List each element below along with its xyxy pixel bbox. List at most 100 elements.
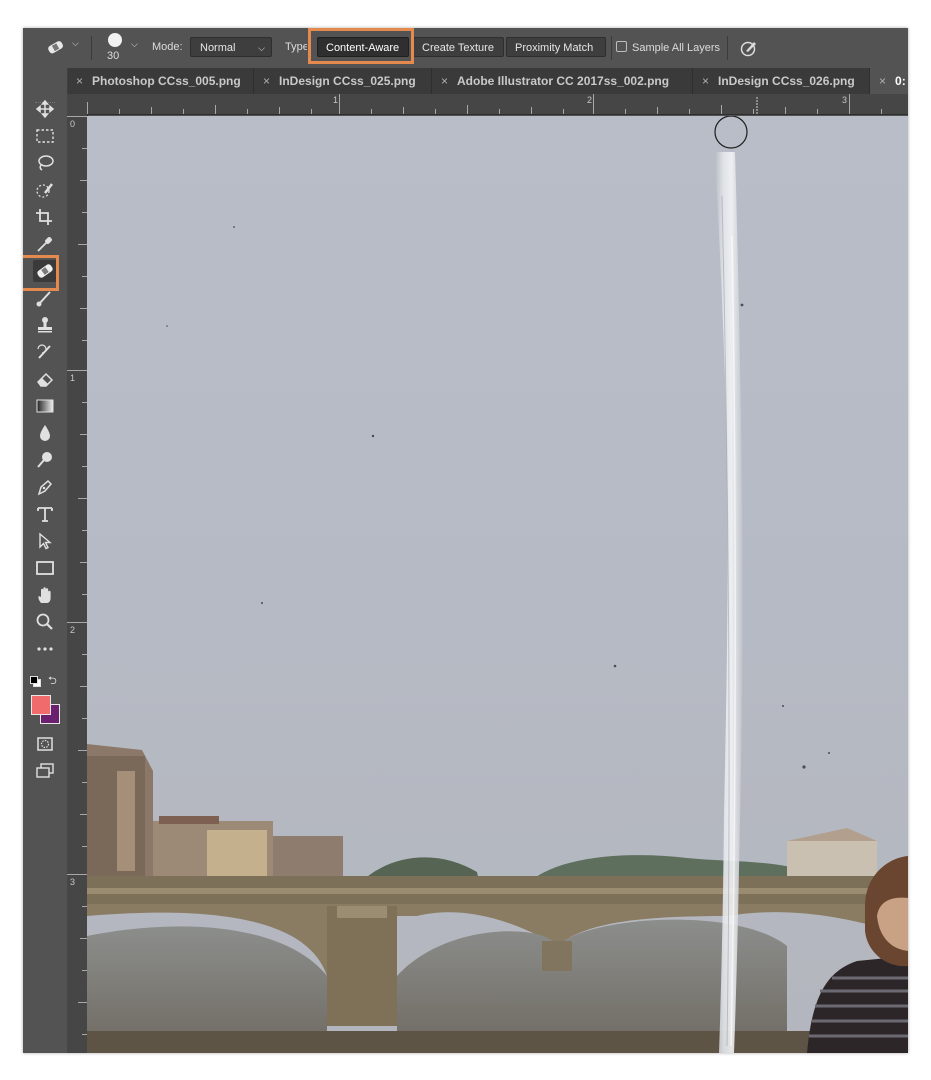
chevron-down-icon: ⌵	[258, 43, 265, 53]
default-colors-icon-front	[30, 676, 38, 684]
sample-all-layers-label: Sample All Layers	[632, 42, 721, 54]
default-colors-button[interactable]	[30, 676, 41, 687]
brush-size-picker[interactable]: 30 ⌵	[105, 31, 145, 65]
chevron-down-icon: ⌵	[72, 38, 79, 48]
eyedropper-tool[interactable]	[33, 233, 57, 255]
dodge-icon	[37, 452, 52, 468]
horizontal-ruler-ticks	[87, 94, 882, 114]
tab-photoshop-ccss-005[interactable]: × Photoshop CCss_005.png	[67, 68, 254, 94]
close-icon[interactable]: ×	[76, 74, 83, 88]
sample-all-layers-checkbox[interactable]: Sample All Layers	[616, 41, 720, 55]
quick-mask-button[interactable]	[33, 733, 57, 755]
close-icon[interactable]: ×	[879, 74, 886, 88]
blur-icon	[40, 425, 50, 441]
lasso-icon	[38, 155, 54, 171]
gradient-icon	[36, 399, 54, 413]
dodge-tool[interactable]	[33, 449, 57, 471]
close-icon[interactable]: ×	[441, 74, 448, 88]
pen-icon	[37, 479, 53, 496]
rectangle-tool[interactable]	[33, 557, 57, 579]
rectangle-icon	[36, 561, 54, 575]
more-tools-icon	[37, 647, 53, 651]
proximity-match-button[interactable]: Proximity Match	[506, 37, 606, 57]
mode-label: Mode:	[152, 41, 183, 53]
eraser-tool[interactable]	[33, 368, 57, 390]
hand-icon	[38, 587, 51, 603]
pen-tool[interactable]	[33, 476, 57, 498]
tool-preset-picker[interactable]: ⌵	[45, 38, 83, 58]
tools-panel: ⮌	[23, 68, 68, 1053]
tab-label: InDesign CCss_025.png	[279, 74, 416, 88]
ruler-label-1: 1	[333, 95, 339, 105]
ruler-label-2: 2	[587, 95, 593, 105]
marquee-tool[interactable]	[33, 125, 57, 147]
ruler-label-1: 1	[70, 373, 76, 383]
chevron-down-icon: ⌵	[131, 39, 138, 49]
path-selection-tool[interactable]	[33, 530, 57, 552]
options-bar: ⌵ 30 ⌵ Mode: Normal ⌵ Type: Content-Awar…	[23, 28, 908, 69]
tab-label: Adobe Illustrator CC 2017ss_002.png	[457, 74, 670, 88]
brush-icon	[36, 291, 51, 307]
tab-label: 0:	[895, 74, 906, 88]
mode-select[interactable]: Normal ⌵	[190, 37, 272, 57]
ruler-label-0: 0	[70, 119, 76, 129]
tab-indesign-ccss-026[interactable]: × InDesign CCss_026.png	[693, 68, 870, 94]
proximity-match-label: Proximity Match	[515, 42, 594, 54]
type-icon	[37, 507, 53, 522]
screen-mode-button[interactable]	[33, 760, 57, 782]
pressure-size-icon	[740, 41, 756, 57]
photo-florence-bridge	[87, 116, 908, 1053]
pressure-size-button[interactable]	[739, 38, 759, 58]
separator	[91, 36, 92, 60]
tab-active-document[interactable]: × 0:	[870, 68, 908, 94]
more-tools-button[interactable]	[33, 638, 57, 660]
create-texture-label: Create Texture	[422, 42, 494, 54]
type-tool[interactable]	[33, 503, 57, 525]
document-canvas[interactable]	[87, 116, 908, 1053]
checkbox-box	[616, 41, 627, 52]
marquee-icon	[36, 129, 54, 143]
quick-selection-tool[interactable]	[33, 179, 57, 201]
gradient-tool[interactable]	[33, 395, 57, 417]
move-icon	[35, 100, 55, 118]
vertical-ruler: 0 1 2 3	[67, 114, 88, 1053]
zoom-icon	[36, 613, 53, 630]
active-tool-highlight	[23, 255, 59, 291]
lasso-tool[interactable]	[33, 152, 57, 174]
clone-stamp-tool[interactable]	[33, 314, 57, 336]
tab-illustrator-2017ss-002[interactable]: × Adobe Illustrator CC 2017ss_002.png	[432, 68, 693, 94]
document-tabs: ›› ×Photoshop CCss_005.png ×InDesign CCs…	[23, 67, 908, 94]
separator	[727, 36, 728, 60]
close-icon[interactable]: ×	[263, 74, 270, 88]
photoshop-window: ⌵ 30 ⌵ Mode: Normal ⌵ Type: Content-Awar…	[23, 28, 908, 1053]
history-brush-icon	[37, 344, 51, 359]
close-icon[interactable]: ×	[702, 74, 709, 88]
clone-stamp-icon	[38, 317, 52, 333]
brush-tip-preview	[108, 33, 122, 47]
ruler-label-3: 3	[842, 95, 848, 105]
quick-selection-icon	[36, 183, 53, 198]
zoom-tool[interactable]	[33, 611, 57, 633]
mode-value: Normal	[200, 42, 236, 54]
tab-label: Photoshop CCss_005.png	[92, 74, 241, 88]
eyedropper-icon	[37, 237, 52, 252]
history-brush-tool[interactable]	[33, 341, 57, 363]
screen-mode-icon	[36, 763, 54, 778]
crop-icon	[36, 209, 52, 225]
ruler-label-2: 2	[70, 625, 76, 635]
crop-tool[interactable]	[33, 206, 57, 228]
foreground-color-swatch[interactable]	[31, 695, 51, 715]
swap-colors-icon[interactable]: ⮌	[48, 672, 57, 691]
create-texture-button[interactable]: Create Texture	[413, 37, 504, 57]
blur-tool[interactable]	[33, 422, 57, 444]
tab-indesign-ccss-025[interactable]: × InDesign CCss_025.png	[254, 68, 432, 94]
hand-tool[interactable]	[33, 584, 57, 606]
horizontal-ruler: 1 2 3	[67, 94, 908, 115]
move-tool[interactable]	[33, 98, 57, 120]
separator	[611, 36, 612, 60]
spot-healing-brush-icon	[48, 41, 63, 54]
vertical-ruler-ticks	[67, 116, 87, 1035]
quick-mask-icon	[37, 737, 53, 751]
ruler-label-3: 3	[70, 877, 76, 887]
path-selection-icon	[39, 532, 52, 550]
